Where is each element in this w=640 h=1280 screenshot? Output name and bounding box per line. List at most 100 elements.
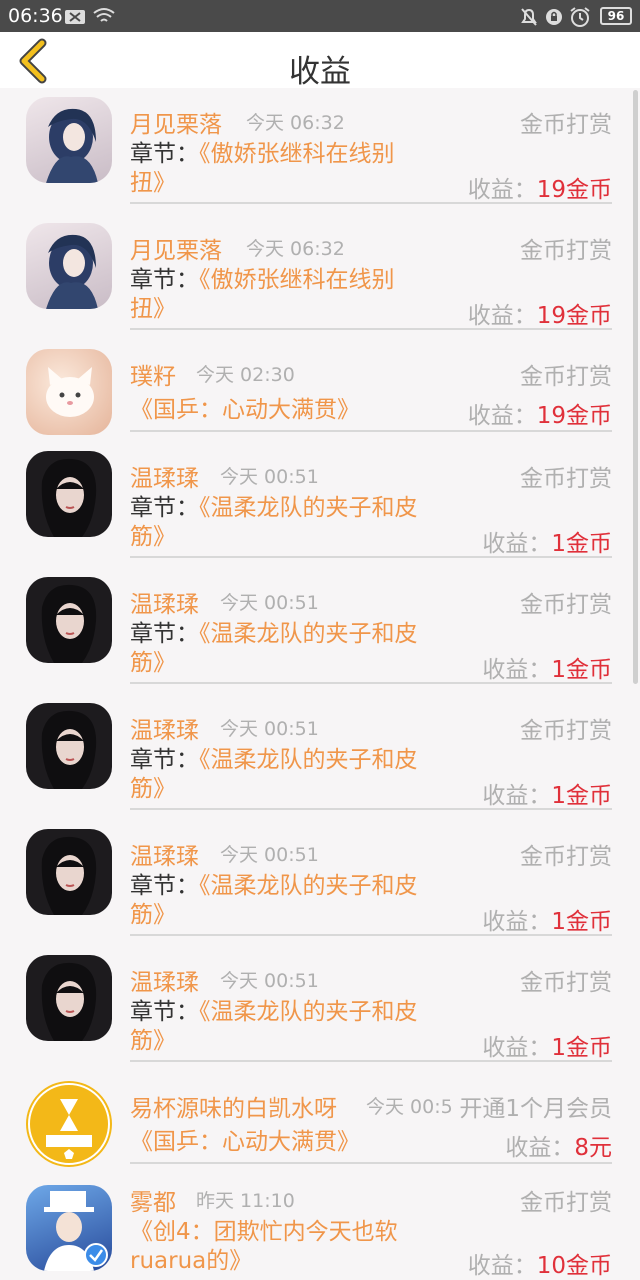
list-item[interactable]: 易杯源味的白凯水呀 今天 00:5 开通1个月会员 《国乒：心动大满贯》 收益：… <box>0 1072 640 1174</box>
earn-label: 收益： <box>482 909 552 935</box>
chapter-title-cont: 筋》 <box>130 902 176 928</box>
avatar[interactable] <box>26 829 112 915</box>
chapter-title: 《傲娇张继科在线别 <box>199 141 395 167</box>
earn-amount: 1金币 <box>551 909 612 935</box>
earn-label: 收益： <box>482 531 552 557</box>
notification-icon <box>65 10 85 24</box>
chapter-title-cont: 筋》 <box>130 650 176 676</box>
divider <box>130 1162 612 1164</box>
earn-amount: 1金币 <box>551 531 612 557</box>
earn-label: 收益： <box>482 783 552 809</box>
list-item[interactable]: 雾都 昨天 11:10 金币打赏 《创4：团欺忙内今天也软 ruarua的》 收益… <box>0 1174 640 1280</box>
avatar[interactable] <box>26 349 112 435</box>
chapter-title-cont: 扭》 <box>130 296 176 322</box>
user-name[interactable]: 月见栗落 <box>130 231 222 265</box>
list-item[interactable]: 璞籽 今天 02:30 金币打赏 《国乒：心动大满贯》 收益：19金币 <box>0 340 640 442</box>
avatar[interactable] <box>26 1081 112 1167</box>
chapter-link[interactable]: 章节：《傲娇张继科在线别 扭》 <box>130 140 460 198</box>
dark-girl-icon <box>41 710 97 789</box>
dark-girl-icon <box>41 962 97 1041</box>
list-item[interactable]: 温瑈瑈 今天 00:51 金币打赏 章节：《温柔龙队的夹子和皮 筋》 收益：1金币 <box>0 820 640 946</box>
earn-label: 收益： <box>505 1135 575 1161</box>
chapter-link[interactable]: 章节：《温柔龙队的夹子和皮 筋》 <box>130 494 460 552</box>
kid-in-white-icon <box>44 1191 108 1271</box>
battery-level: 96 <box>607 9 625 23</box>
list-item[interactable]: 温瑈瑈 今天 00:51 金币打赏 章节：《温柔龙队的夹子和皮 筋》 收益：1金币 <box>0 946 640 1072</box>
avatar[interactable] <box>26 223 112 309</box>
reward-type: 金币打赏 <box>520 592 612 618</box>
page-title: 收益 <box>289 54 351 90</box>
status-bar: 06:36 96 <box>0 0 640 32</box>
reward-type: 金币打赏 <box>520 844 612 870</box>
earnings-list[interactable]: 月见栗落 今天 06:32 金币打赏 章节：《傲娇张继科在线别 扭》 收益：19金… <box>0 88 640 1280</box>
chapter-label: 章节： <box>130 495 199 521</box>
earnings: 收益：19金币 <box>468 170 612 204</box>
mute-bell-icon <box>521 8 537 26</box>
timestamp: 今天 00:51 <box>220 970 319 992</box>
user-name[interactable]: 月见栗落 <box>130 105 222 139</box>
user-name[interactable]: 温瑈瑈 <box>130 585 199 619</box>
dark-girl-icon <box>41 584 97 663</box>
user-name[interactable]: 温瑈瑈 <box>130 963 199 997</box>
alarm-icon <box>570 7 590 27</box>
reward-type: 金币打赏 <box>520 112 612 138</box>
reward-type: 金币打赏 <box>520 1190 612 1216</box>
earn-label: 收益： <box>467 177 537 203</box>
avatar[interactable] <box>26 1185 112 1271</box>
book-link[interactable]: 《国乒：心动大满贯》 <box>130 396 460 425</box>
timestamp: 今天 00:51 <box>220 844 319 866</box>
chapter-link[interactable]: 章节：《温柔龙队的夹子和皮 筋》 <box>130 620 460 678</box>
reward-type: 金币打赏 <box>520 718 612 744</box>
dark-girl-icon <box>41 458 97 537</box>
avatar[interactable] <box>26 703 112 789</box>
divider <box>130 1060 612 1062</box>
chapter-title: 《傲娇张继科在线别 <box>199 267 395 293</box>
avatar[interactable] <box>26 97 112 183</box>
timestamp: 今天 00:51 <box>220 592 319 614</box>
user-name[interactable]: 温瑈瑈 <box>130 459 199 493</box>
chapter-label: 章节： <box>130 873 199 899</box>
white-kitten-icon <box>46 367 94 417</box>
earn-amount: 1金币 <box>551 783 612 809</box>
list-item[interactable]: 温瑈瑈 今天 00:51 金币打赏 章节：《温柔龙队的夹子和皮 筋》 收益：1金币 <box>0 442 640 568</box>
chapter-title-cont: 筋》 <box>130 524 176 550</box>
user-name[interactable]: 温瑈瑈 <box>130 711 199 745</box>
user-name[interactable]: 璞籽 <box>130 357 176 391</box>
book-link[interactable]: 《国乒：心动大满贯》 <box>130 1128 460 1157</box>
earn-amount: 19金币 <box>536 403 612 429</box>
chapter-link[interactable]: 章节：《温柔龙队的夹子和皮 筋》 <box>130 746 460 804</box>
chapter-title: 《温柔龙队的夹子和皮 <box>199 495 418 521</box>
dark-girl-icon <box>41 836 97 915</box>
earn-label: 收益： <box>467 403 537 429</box>
divider <box>130 682 612 684</box>
avatar[interactable] <box>26 577 112 663</box>
timestamp: 今天 00:51 <box>220 466 319 488</box>
list-item[interactable]: 月见栗落 今天 06:32 金币打赏 章节：《傲娇张继科在线别 扭》 收益：19金… <box>0 214 640 340</box>
list-item[interactable]: 月见栗落 今天 06:32 金币打赏 章节：《傲娇张继科在线别 扭》 收益：19金… <box>0 88 640 214</box>
reward-type: 开通1个月会员 <box>459 1096 612 1122</box>
book-link[interactable]: 《创4：团欺忙内今天也软 ruarua的》 <box>130 1218 430 1276</box>
chapter-title-cont: 扭》 <box>130 170 176 196</box>
earnings: 收益：1金币 <box>482 776 612 810</box>
chapter-title-cont: 筋》 <box>130 776 176 802</box>
chapter-link[interactable]: 章节：《傲娇张继科在线别 扭》 <box>130 266 460 324</box>
chapter-link[interactable]: 章节：《温柔龙队的夹子和皮 筋》 <box>130 998 460 1056</box>
reward-type: 金币打赏 <box>520 364 612 390</box>
reward-type: 金币打赏 <box>520 970 612 996</box>
user-name[interactable]: 温瑈瑈 <box>130 837 199 871</box>
divider <box>130 556 612 558</box>
earnings: 收益：1金币 <box>482 902 612 936</box>
chapter-link[interactable]: 章节：《温柔龙队的夹子和皮 筋》 <box>130 872 460 930</box>
list-item[interactable]: 温瑈瑈 今天 00:51 金币打赏 章节：《温柔龙队的夹子和皮 筋》 收益：1金币 <box>0 694 640 820</box>
user-name[interactable]: 易杯源味的白凯水呀 <box>130 1089 337 1123</box>
scrollbar[interactable] <box>633 90 638 684</box>
divider <box>130 328 612 330</box>
avatar[interactable] <box>26 955 112 1041</box>
user-name[interactable]: 雾都 <box>130 1183 176 1217</box>
chapter-title: 《温柔龙队的夹子和皮 <box>199 621 418 647</box>
avatar[interactable] <box>26 451 112 537</box>
reward-type: 金币打赏 <box>520 238 612 264</box>
list-item[interactable]: 温瑈瑈 今天 00:51 金币打赏 章节：《温柔龙队的夹子和皮 筋》 收益：1金币 <box>0 568 640 694</box>
chapter-label: 章节： <box>130 999 199 1025</box>
divider <box>130 430 612 432</box>
